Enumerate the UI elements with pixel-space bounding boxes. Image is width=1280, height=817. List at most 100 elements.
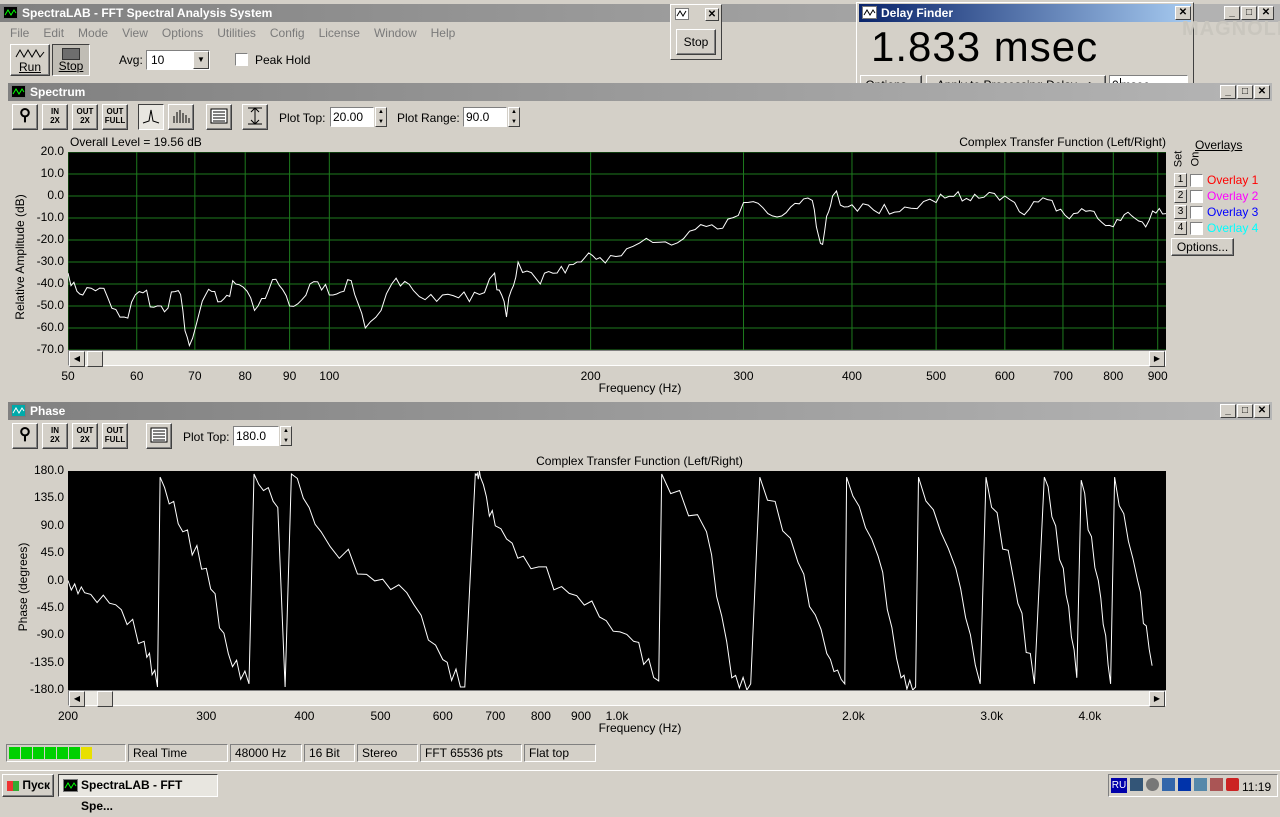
spin-down-icon: ▼ (378, 119, 384, 125)
stop-popup-titlebar: ✕ (673, 7, 719, 23)
spectrum-xtick: 900 (1147, 369, 1168, 383)
status-window: Flat top (524, 744, 596, 762)
overlay-on-checkbox-1[interactable] (1190, 174, 1203, 187)
menu-window[interactable]: Window (374, 26, 417, 40)
zoom-in-2x-icon: IN 2X (50, 426, 60, 444)
phase-zoom-full-button[interactable]: OUT FULL (102, 423, 128, 449)
spectrum-zoom-in-button[interactable]: IN 2X (42, 104, 68, 130)
delay-finder-title: Delay Finder (881, 6, 954, 20)
spectrum-zoom-button[interactable]: ⚲ (12, 104, 38, 130)
phase-properties-button[interactable] (146, 423, 172, 449)
phase-plot-top-value: 180.0 (236, 429, 267, 443)
spectrum-trace (68, 189, 1166, 348)
spectrum-ytick: -70.0 (36, 342, 64, 356)
phase-plot-top-spinner[interactable]: ▲ ▼ (280, 426, 292, 446)
overlay-on-checkbox-3[interactable] (1190, 206, 1203, 219)
spectrum-scrollbar[interactable]: ◀ ▶ (68, 350, 1166, 367)
tray-icons (1130, 778, 1239, 791)
avg-select[interactable]: 10 ▼ (146, 50, 210, 70)
spectrum-xtick: 700 (1052, 369, 1073, 383)
phase-ytick: 0.0 (47, 572, 64, 587)
spectrum-zoom-out-button[interactable]: OUT 2X (72, 104, 98, 130)
phase-plot[interactable] (68, 471, 1166, 690)
language-indicator[interactable]: RU (1111, 778, 1127, 793)
stop-button[interactable]: Stop (52, 44, 90, 76)
tray-app-icon[interactable] (1178, 778, 1191, 791)
menu-file[interactable]: File (10, 26, 29, 40)
overlay-set-button-3[interactable]: 3 (1174, 205, 1187, 219)
menu-mode[interactable]: Mode (78, 26, 108, 40)
overlay-set-button-2[interactable]: 2 (1174, 189, 1187, 203)
phase-plot-top-label: Plot Top: (183, 430, 230, 444)
spectrum-xtick: 90 (282, 369, 297, 383)
menu-license[interactable]: License (319, 26, 360, 40)
tray-shield-icon[interactable] (1226, 778, 1239, 791)
phase-scroll-thumb[interactable] (97, 691, 113, 707)
spectrum-plot-top-input[interactable]: 20.00 (330, 107, 374, 127)
taskbar-app-button[interactable]: SpectraLAB - FFT Spe... (58, 774, 218, 813)
overlay-set-button-1[interactable]: 1 (1174, 173, 1187, 187)
menu-utilities[interactable]: Utilities (217, 26, 256, 40)
line-plot-button[interactable] (138, 104, 164, 130)
bar-plot-button[interactable] (168, 104, 194, 130)
tray-network-icon[interactable] (1130, 778, 1143, 791)
peak-hold-checkbox[interactable] (235, 53, 248, 66)
spectrum-minimize-button[interactable]: _ (1220, 85, 1236, 99)
phase-ytick: -135.0 (29, 654, 64, 669)
spectrum-maximize-button[interactable]: □ (1237, 85, 1253, 99)
start-button[interactable]: Пуск (2, 774, 54, 797)
phase-maximize-button[interactable]: □ (1237, 404, 1253, 418)
phase-scrollbar[interactable]: ◀ ▶ (68, 690, 1166, 707)
phase-trace (68, 471, 1153, 690)
spectrum-plot-range-spinner[interactable]: ▲ ▼ (508, 107, 520, 127)
spectrum-plot[interactable] (68, 152, 1166, 350)
spectrum-zoom-full-button[interactable]: OUT FULL (102, 104, 128, 130)
phase-zoom-button[interactable]: ⚲ (12, 423, 38, 449)
menu-view[interactable]: View (122, 26, 148, 40)
stop-popup-close-button[interactable]: ✕ (705, 8, 719, 21)
scroll-right-icon[interactable]: ▶ (1149, 351, 1165, 367)
scroll-right-icon[interactable]: ▶ (1149, 691, 1165, 707)
spectrum-autoscale-button[interactable] (242, 104, 268, 130)
spectrum-plot-top-spinner[interactable]: ▲ ▼ (375, 107, 387, 127)
tray-tool-icon[interactable] (1210, 778, 1223, 791)
scroll-left-icon[interactable]: ◀ (69, 691, 85, 707)
tray-volume-icon[interactable] (1146, 778, 1159, 791)
zoom-out-2x-icon: OUT 2X (76, 426, 94, 444)
menu-config[interactable]: Config (270, 26, 305, 40)
vertical-scale-icon (248, 107, 262, 125)
overlays-options-button[interactable]: Options... (1171, 238, 1234, 256)
popup-stop-button[interactable]: Stop (676, 29, 716, 55)
spectrum-ytick: -40.0 (36, 276, 64, 290)
spectrum-properties-button[interactable] (206, 104, 232, 130)
overlay-on-checkbox-2[interactable] (1190, 190, 1203, 203)
status-mode: Real Time (128, 744, 228, 762)
status-bits: 16 Bit (304, 744, 355, 762)
phase-plot-top-input[interactable]: 180.0 (233, 426, 279, 446)
status-rate: 48000 Hz (230, 744, 302, 762)
menu-options[interactable]: Options (162, 26, 203, 40)
spectrum-xtick: 300 (733, 369, 754, 383)
phase-zoom-in-button[interactable]: IN 2X (42, 423, 68, 449)
overlay-set-button-4[interactable]: 4 (1174, 221, 1187, 235)
spectrum-close-button[interactable]: ✕ (1254, 85, 1270, 99)
phase-xtick: 300 (196, 709, 217, 723)
run-button[interactable]: Run (10, 44, 50, 76)
overlay-on-checkbox-4[interactable] (1190, 222, 1203, 235)
phase-close-button[interactable]: ✕ (1254, 404, 1270, 418)
spectrum-xtick: 600 (994, 369, 1015, 383)
spectrum-scroll-thumb[interactable] (87, 351, 103, 367)
tray-monitor-icon[interactable] (1162, 778, 1175, 791)
phase-caption: Complex Transfer Function (Left/Right) (536, 454, 743, 468)
phase-zoom-out-button[interactable]: OUT 2X (72, 423, 98, 449)
avg-dropdown-button[interactable]: ▼ (193, 51, 209, 69)
menu-help[interactable]: Help (431, 26, 456, 40)
overlays-set-label: Set (1172, 150, 1185, 168)
scroll-left-icon[interactable]: ◀ (69, 351, 85, 367)
spectrum-plot-range-input[interactable]: 90.0 (463, 107, 507, 127)
menu-edit[interactable]: Edit (43, 26, 64, 40)
phase-minimize-button[interactable]: _ (1220, 404, 1236, 418)
bar-plot-icon (173, 110, 190, 123)
delay-finder-icon (862, 6, 877, 19)
tray-settings-icon[interactable] (1194, 778, 1207, 791)
